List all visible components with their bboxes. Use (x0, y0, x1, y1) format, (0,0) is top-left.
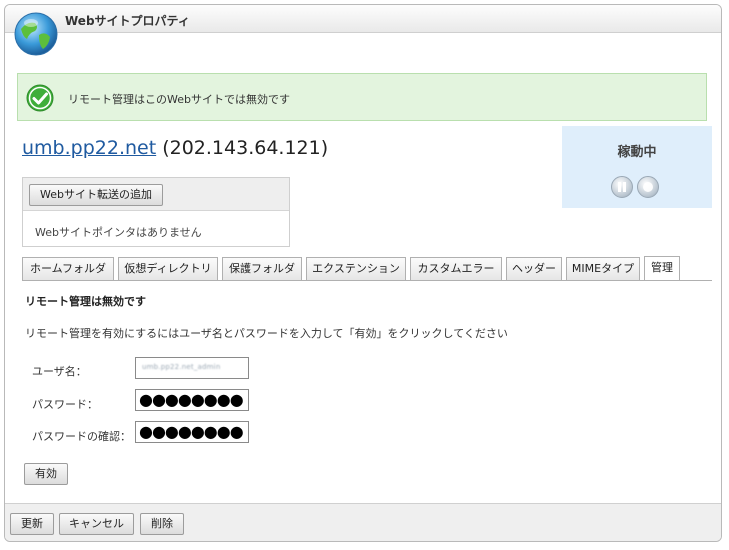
site-heading: umb.pp22.net (202.143.64.121) (22, 137, 328, 159)
username-field[interactable]: umb.pp22.net_admin (135, 357, 249, 379)
tab-custom-error[interactable]: カスタムエラー (410, 257, 502, 280)
stop-icon (643, 182, 653, 192)
website-properties-window: Webサイトプロパティ リモート管理はこのWebサイトでは無効です umb.pp… (4, 4, 722, 542)
enable-button[interactable]: 有効 (24, 463, 68, 485)
status-label: 稼動中 (617, 145, 657, 160)
site-status-panel: 稼動中 (562, 126, 712, 208)
remote-section-title: リモート管理は無効です (25, 295, 146, 308)
delete-button[interactable]: 削除 (140, 513, 184, 535)
add-redirect-button[interactable]: Webサイト転送の追加 (29, 184, 163, 206)
pause-button[interactable] (611, 176, 633, 198)
password-value: ●●●●●●●● (139, 390, 244, 409)
globe-icon (14, 12, 58, 56)
title-bar: Webサイトプロパティ (5, 5, 721, 33)
password-label: パスワード： (32, 398, 98, 411)
redirect-empty-text: Webサイトポインタはありません (35, 226, 202, 239)
check-circle-icon (26, 84, 54, 112)
confirm-password-label: パスワードの確認： (32, 430, 131, 443)
window-title: Webサイトプロパティ (65, 14, 190, 28)
tab-home-folder[interactable]: ホームフォルダ (22, 257, 114, 280)
confirm-password-value: ●●●●●●●● (139, 422, 244, 441)
redirect-panel: Webサイト転送の追加 Webサイトポインタはありません (22, 177, 290, 247)
cancel-button[interactable]: キャンセル (59, 513, 134, 535)
tab-mime-type[interactable]: MIMEタイプ (566, 257, 640, 280)
status-alert: リモート管理はこのWebサイトでは無効です (17, 73, 707, 121)
footer-bar: 更新 キャンセル 削除 (5, 503, 721, 541)
tab-protected-folder[interactable]: 保護フォルダ (222, 257, 302, 280)
pause-icon (618, 182, 626, 192)
tab-virtual-directory[interactable]: 仮想ディレクトリ (118, 257, 218, 280)
confirm-password-field[interactable]: ●●●●●●●● (135, 421, 249, 443)
stop-button[interactable] (637, 176, 659, 198)
tab-header[interactable]: ヘッダー (506, 257, 562, 280)
tab-management[interactable]: 管理 (644, 256, 680, 281)
redirect-toolbar: Webサイト転送の追加 (23, 178, 289, 211)
site-domain-link[interactable]: umb.pp22.net (22, 137, 156, 159)
tab-extension[interactable]: エクステンション (306, 257, 406, 280)
username-label: ユーザ名： (32, 365, 87, 378)
tab-divider (22, 280, 712, 281)
password-field[interactable]: ●●●●●●●● (135, 389, 249, 411)
alert-message: リモート管理はこのWebサイトでは無効です (68, 93, 290, 106)
update-button[interactable]: 更新 (10, 513, 54, 535)
remote-section-description: リモート管理を有効にするにはユーザ名とパスワードを入力して「有効」をクリックして… (25, 327, 508, 340)
username-value: umb.pp22.net_admin (142, 363, 221, 371)
site-ip: (202.143.64.121) (162, 137, 329, 159)
